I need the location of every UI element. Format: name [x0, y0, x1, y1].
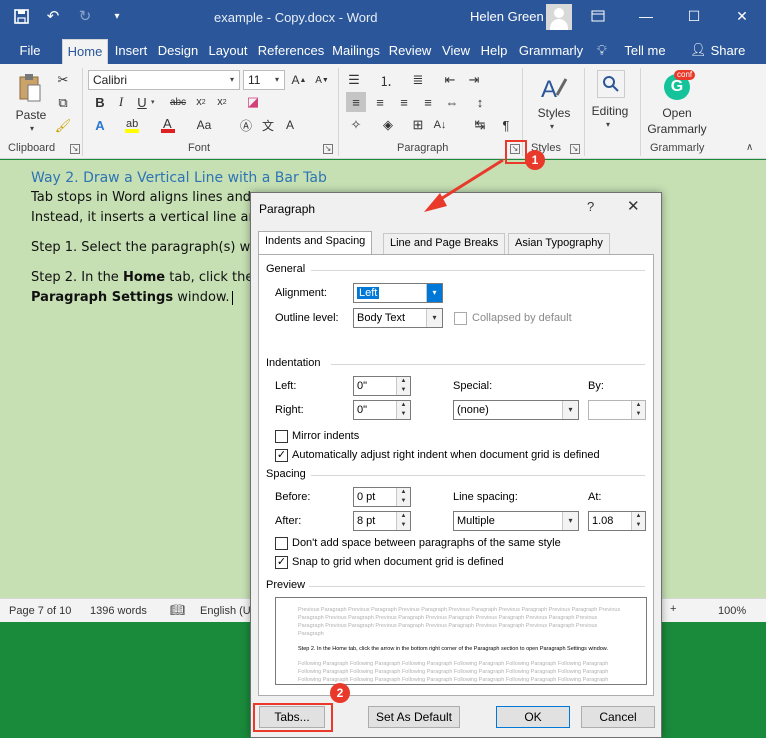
highlight-box-tabs-button — [253, 703, 333, 732]
annotation-arrow — [424, 158, 504, 212]
step-badge-2: 2 — [330, 683, 350, 703]
